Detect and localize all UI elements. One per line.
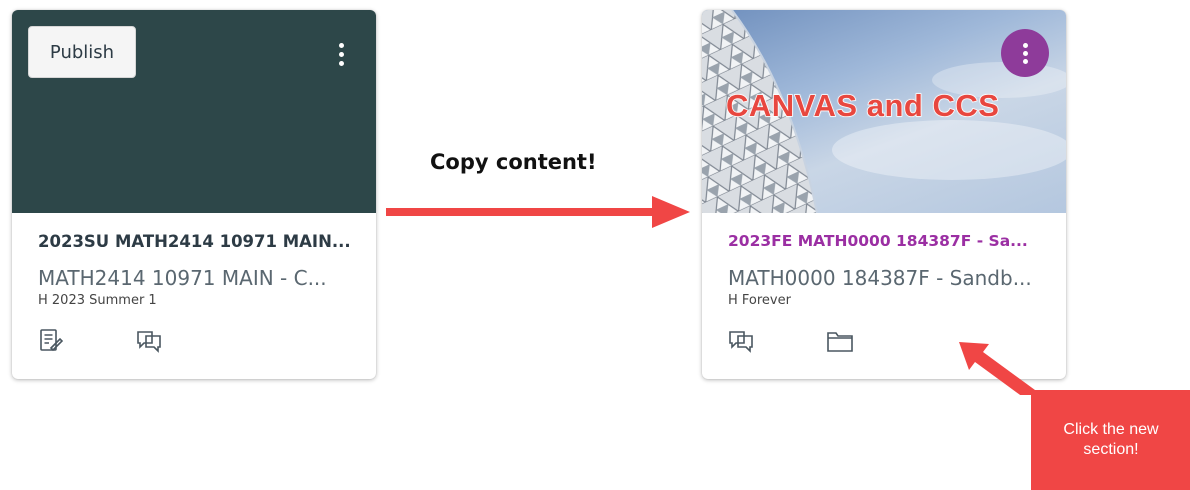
copy-content-label: Copy content! <box>430 150 597 174</box>
course-term: H Forever <box>728 293 791 308</box>
files-icon[interactable] <box>826 328 854 354</box>
arrow-right-icon <box>386 196 690 228</box>
discussions-icon[interactable] <box>136 328 162 354</box>
kebab-menu-icon[interactable] <box>1001 29 1049 77</box>
callout-line-1: Click the new <box>1063 421 1159 438</box>
assignments-icon[interactable] <box>38 328 64 354</box>
hero-title: CANVAS and CCS <box>725 87 1000 124</box>
course-title[interactable]: 2023FE MATH0000 184387F - Sa... <box>728 232 1052 250</box>
course-card-math0000[interactable]: CANVAS and CCS 2023FE MATH0000 184387F -… <box>702 10 1066 379</box>
arrow-up-left-icon <box>959 342 1035 395</box>
course-subtitle: MATH2414 10971 MAIN - C... <box>38 266 327 290</box>
callout-box: Click the new section! <box>1031 390 1190 490</box>
publish-button[interactable]: Publish <box>28 26 136 78</box>
course-subtitle: MATH0000 184387F - Sandb... <box>728 266 1032 290</box>
kebab-menu-icon[interactable] <box>334 36 348 72</box>
course-term: H 2023 Summer 1 <box>38 293 157 308</box>
callout-line-2: section! <box>1083 441 1139 458</box>
course-card-math2414[interactable]: Publish 2023SU MATH2414 10971 MAIN... MA… <box>12 10 376 379</box>
discussions-icon[interactable] <box>728 328 754 354</box>
course-title[interactable]: 2023SU MATH2414 10971 MAIN... <box>38 232 362 251</box>
